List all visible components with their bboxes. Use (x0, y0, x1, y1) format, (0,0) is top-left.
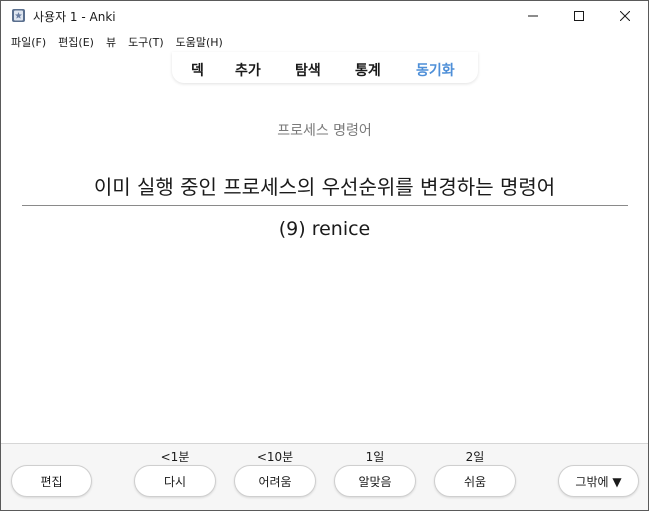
minimize-button[interactable] (510, 1, 556, 31)
easy-button[interactable]: 쉬움 (434, 465, 516, 497)
hard-interval: <10분 (256, 450, 294, 464)
menu-tools[interactable]: 도구(T) (128, 34, 164, 50)
card-answer: (9) renice (278, 218, 371, 240)
hard-button[interactable]: 어려움 (234, 465, 316, 497)
menu-edit[interactable]: 편집(E) (58, 34, 94, 50)
close-button[interactable] (602, 1, 648, 31)
good-button[interactable]: 알맞음 (334, 465, 416, 497)
again-interval: <1분 (160, 450, 190, 464)
title-bar: 사용자 1 - Anki (1, 1, 648, 31)
maximize-icon (574, 11, 584, 21)
maximize-button[interactable] (556, 1, 602, 31)
card-question: 이미 실행 중인 프로세스의 우선순위를 변경하는 명령어 (93, 175, 556, 199)
good-interval: 1일 (365, 450, 385, 464)
easy-interval: 2일 (465, 450, 485, 464)
card-deck-label: 프로세스 명령어 (277, 123, 372, 139)
answer-divider (22, 205, 628, 206)
reviewer-bottom-bar: 편집 <1분 다시 <10분 어려움 1일 알맞음 2일 쉬움 그밖에 ▼ (1, 443, 648, 510)
minimize-icon (528, 15, 538, 17)
menu-bar: 파일(F) 편집(E) 뷰 도구(T) 도움말(H) (1, 32, 648, 52)
tab-decks[interactable]: 덱 (191, 60, 204, 80)
menu-help[interactable]: 도움말(H) (176, 34, 223, 50)
anki-app-icon (12, 9, 25, 22)
tab-add[interactable]: 추가 (235, 60, 261, 80)
tab-stats[interactable]: 통계 (355, 60, 381, 80)
tab-browse[interactable]: 탐색 (295, 60, 321, 80)
close-icon (620, 11, 630, 21)
tab-sync[interactable]: 동기화 (416, 60, 455, 80)
menu-view[interactable]: 뷰 (106, 34, 116, 50)
more-button[interactable]: 그밖에 ▼ (558, 465, 639, 497)
edit-button[interactable]: 편집 (11, 465, 92, 497)
window-title: 사용자 1 - Anki (33, 10, 116, 24)
main-toolbar: 덱 추가 탐색 통계 동기화 (172, 52, 478, 83)
anki-window: 사용자 1 - Anki 파일(F) 편집(E) 뷰 도구(T) 도움말(H) … (0, 0, 649, 511)
again-button[interactable]: 다시 (134, 465, 216, 497)
menu-file[interactable]: 파일(F) (11, 34, 46, 50)
